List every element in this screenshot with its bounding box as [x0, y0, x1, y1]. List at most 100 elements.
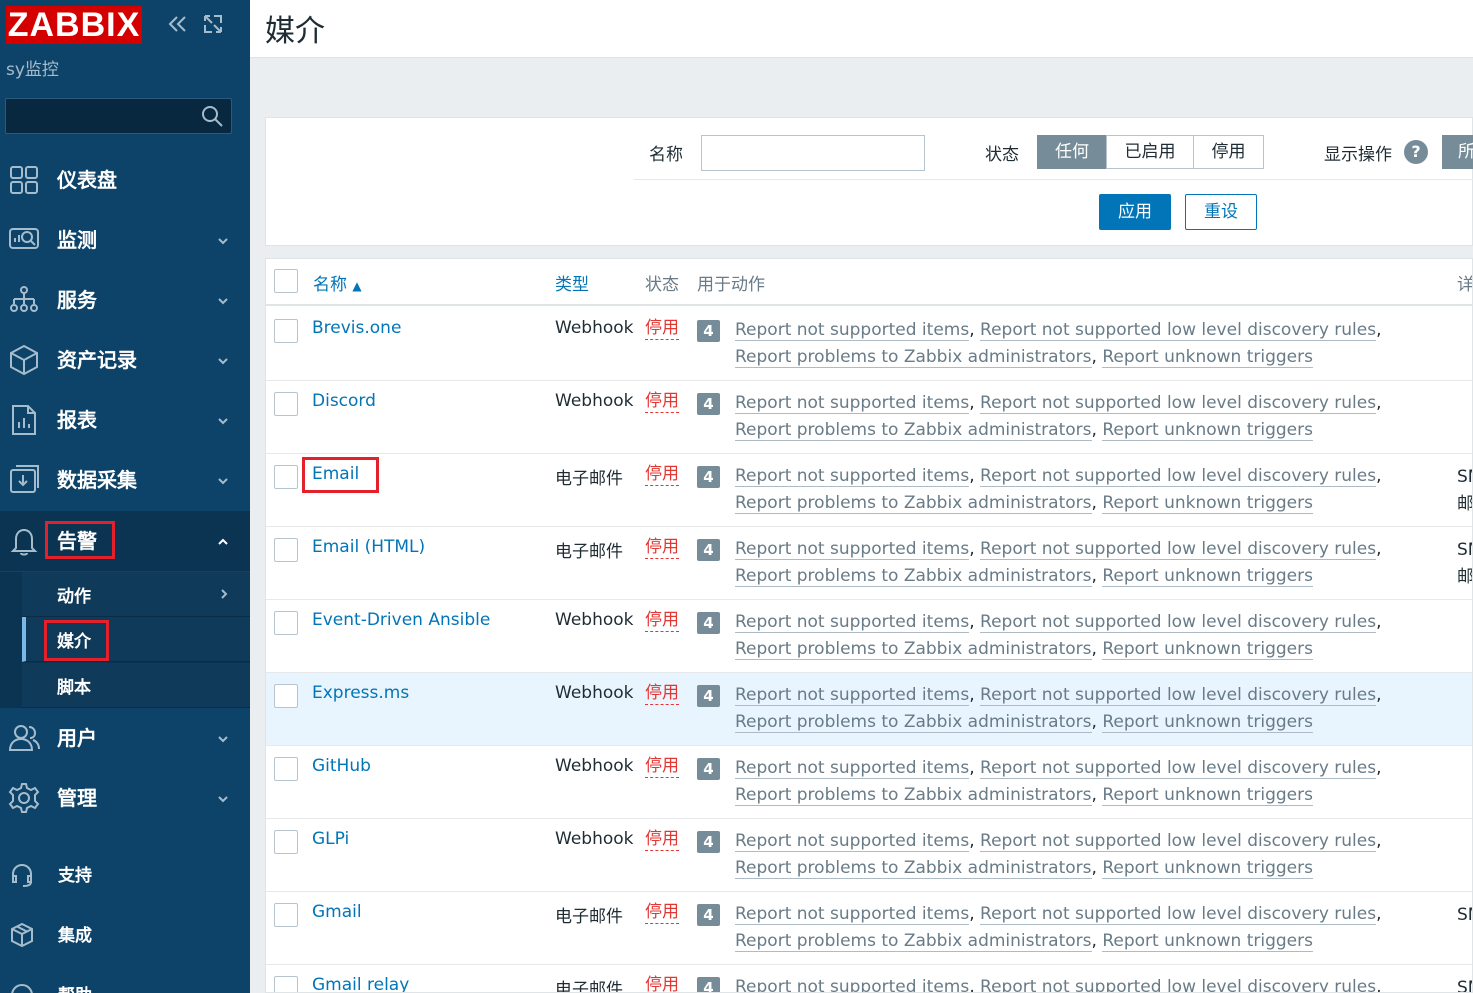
media-type-name-link[interactable]: Express.ms: [312, 683, 409, 703]
sidebar-item-support[interactable]: 支持: [0, 845, 250, 905]
status-toggle-link[interactable]: 停用: [645, 318, 679, 340]
action-link[interactable]: Report not supported low level discovery…: [980, 393, 1377, 414]
sidebar-item-monitoring[interactable]: 监测: [0, 210, 250, 270]
media-type-name-link[interactable]: Email: [312, 464, 359, 484]
action-link[interactable]: Report not supported items: [735, 612, 970, 633]
media-type-name-link[interactable]: Gmail relay: [312, 975, 409, 992]
apply-button[interactable]: 应用: [1099, 194, 1171, 230]
sidebar-item-alerts[interactable]: 告警: [0, 511, 250, 571]
action-link[interactable]: Report not supported low level discovery…: [980, 977, 1377, 992]
media-type-name-link[interactable]: Gmail: [312, 902, 362, 922]
action-link[interactable]: Report unknown triggers: [1102, 566, 1313, 587]
action-link[interactable]: Report not supported low level discovery…: [980, 539, 1377, 560]
bell-icon: [10, 528, 38, 556]
sidebar-item-reports[interactable]: 报表: [0, 390, 250, 450]
action-link[interactable]: Report problems to Zabbix administrators: [735, 785, 1092, 806]
sidebar-item-inventory[interactable]: 资产记录: [0, 330, 250, 390]
action-link[interactable]: Report problems to Zabbix administrators: [735, 639, 1092, 660]
status-toggle-link[interactable]: 停用: [645, 756, 679, 778]
action-link[interactable]: Report problems to Zabbix administrators: [735, 566, 1092, 587]
show-actions-all-button[interactable]: 所: [1442, 135, 1473, 169]
status-toggle-link[interactable]: 停用: [645, 975, 679, 992]
action-link[interactable]: Report problems to Zabbix administrators: [735, 858, 1092, 879]
action-link[interactable]: Report unknown triggers: [1102, 639, 1313, 660]
status-option-any[interactable]: 任何: [1037, 135, 1107, 169]
row-checkbox[interactable]: [274, 611, 298, 635]
action-link[interactable]: Report unknown triggers: [1102, 493, 1313, 514]
action-link[interactable]: Report not supported low level discovery…: [980, 612, 1377, 633]
action-link[interactable]: Report not supported low level discovery…: [980, 831, 1377, 852]
row-checkbox[interactable]: [274, 319, 298, 343]
action-link[interactable]: Report unknown triggers: [1102, 858, 1313, 879]
search-icon[interactable]: [200, 104, 224, 128]
action-link[interactable]: Report problems to Zabbix administrators: [735, 712, 1092, 733]
media-type-name-link[interactable]: Discord: [312, 391, 376, 411]
kiosk-mode-icon[interactable]: [202, 13, 224, 35]
sidebar-subitem-media-types[interactable]: 媒介: [22, 617, 250, 662]
sidebar-item-integrations[interactable]: 集成: [0, 905, 250, 965]
action-link[interactable]: Report not supported low level discovery…: [980, 466, 1377, 487]
row-checkbox[interactable]: [274, 757, 298, 781]
sidebar-subitem-scripts[interactable]: 脚本: [22, 663, 250, 708]
status-toggle-link[interactable]: 停用: [645, 537, 679, 559]
action-link[interactable]: Report unknown triggers: [1102, 420, 1313, 441]
help-icon[interactable]: ?: [1404, 140, 1428, 164]
action-link[interactable]: Report not supported low level discovery…: [980, 904, 1377, 925]
action-link[interactable]: Report not supported low level discovery…: [980, 758, 1377, 779]
row-checkbox[interactable]: [274, 903, 298, 927]
row-checkbox[interactable]: [274, 976, 298, 992]
row-checkbox[interactable]: [274, 830, 298, 854]
sidebar-item-services[interactable]: 服务: [0, 270, 250, 330]
action-link[interactable]: Report problems to Zabbix administrators: [735, 420, 1092, 441]
media-type-name-link[interactable]: Event-Driven Ansible: [312, 610, 490, 630]
status-toggle-link[interactable]: 停用: [645, 610, 679, 632]
zabbix-logo[interactable]: ZABBIX: [6, 6, 142, 44]
action-link[interactable]: Report not supported low level discovery…: [980, 685, 1377, 706]
sidebar-item-users[interactable]: 用户: [0, 708, 250, 768]
action-link[interactable]: Report problems to Zabbix administrators: [735, 931, 1092, 952]
filter-name-input[interactable]: [701, 135, 925, 171]
reset-button[interactable]: 重设: [1185, 194, 1257, 230]
sidebar-item-administration[interactable]: 管理: [0, 768, 250, 828]
media-type-name-link[interactable]: GitHub: [312, 756, 371, 776]
action-link[interactable]: Report not supported items: [735, 904, 970, 925]
collapse-sidebar-icon[interactable]: [166, 12, 190, 36]
action-link[interactable]: Report not supported low level discovery…: [980, 320, 1377, 341]
sidebar-search-input[interactable]: [5, 98, 232, 134]
row-checkbox[interactable]: [274, 392, 298, 416]
action-link[interactable]: Report not supported items: [735, 320, 970, 341]
row-checkbox[interactable]: [274, 684, 298, 708]
status-option-enabled[interactable]: 已启用: [1106, 135, 1194, 169]
sidebar-item-data-collection[interactable]: 数据采集: [0, 450, 250, 510]
action-link[interactable]: Report problems to Zabbix administrators: [735, 493, 1092, 514]
action-link[interactable]: Report unknown triggers: [1102, 785, 1313, 806]
action-link[interactable]: Report unknown triggers: [1102, 712, 1313, 733]
status-option-disabled[interactable]: 停用: [1193, 135, 1264, 169]
row-checkbox[interactable]: [274, 465, 298, 489]
status-toggle-link[interactable]: 停用: [645, 683, 679, 705]
sidebar-item-dashboard[interactable]: 仪表盘: [0, 150, 250, 210]
sidebar-item-help[interactable]: 帮助: [0, 965, 250, 993]
action-link[interactable]: Report not supported items: [735, 758, 970, 779]
action-link[interactable]: Report not supported items: [735, 393, 970, 414]
status-toggle-link[interactable]: 停用: [645, 902, 679, 924]
status-toggle-link[interactable]: 停用: [645, 391, 679, 413]
column-name-header[interactable]: 名称 ▲: [313, 270, 362, 295]
action-link[interactable]: Report not supported items: [735, 831, 970, 852]
status-toggle-link[interactable]: 停用: [645, 464, 679, 486]
action-link[interactable]: Report not supported items: [735, 539, 970, 560]
row-checkbox[interactable]: [274, 538, 298, 562]
action-link[interactable]: Report problems to Zabbix administrators: [735, 347, 1092, 368]
action-link[interactable]: Report unknown triggers: [1102, 931, 1313, 952]
action-link[interactable]: Report not supported items: [735, 977, 970, 992]
media-type-name-link[interactable]: Brevis.one: [312, 318, 401, 338]
column-type-header[interactable]: 类型: [555, 270, 589, 295]
media-type-name-link[interactable]: GLPi: [312, 829, 349, 849]
action-link[interactable]: Report not supported items: [735, 466, 970, 487]
action-link[interactable]: Report unknown triggers: [1102, 347, 1313, 368]
sidebar-subitem-actions[interactable]: 动作: [22, 572, 250, 617]
status-toggle-link[interactable]: 停用: [645, 829, 679, 851]
media-type-name-link[interactable]: Email (HTML): [312, 537, 425, 557]
select-all-checkbox[interactable]: [274, 269, 298, 293]
action-link[interactable]: Report not supported items: [735, 685, 970, 706]
